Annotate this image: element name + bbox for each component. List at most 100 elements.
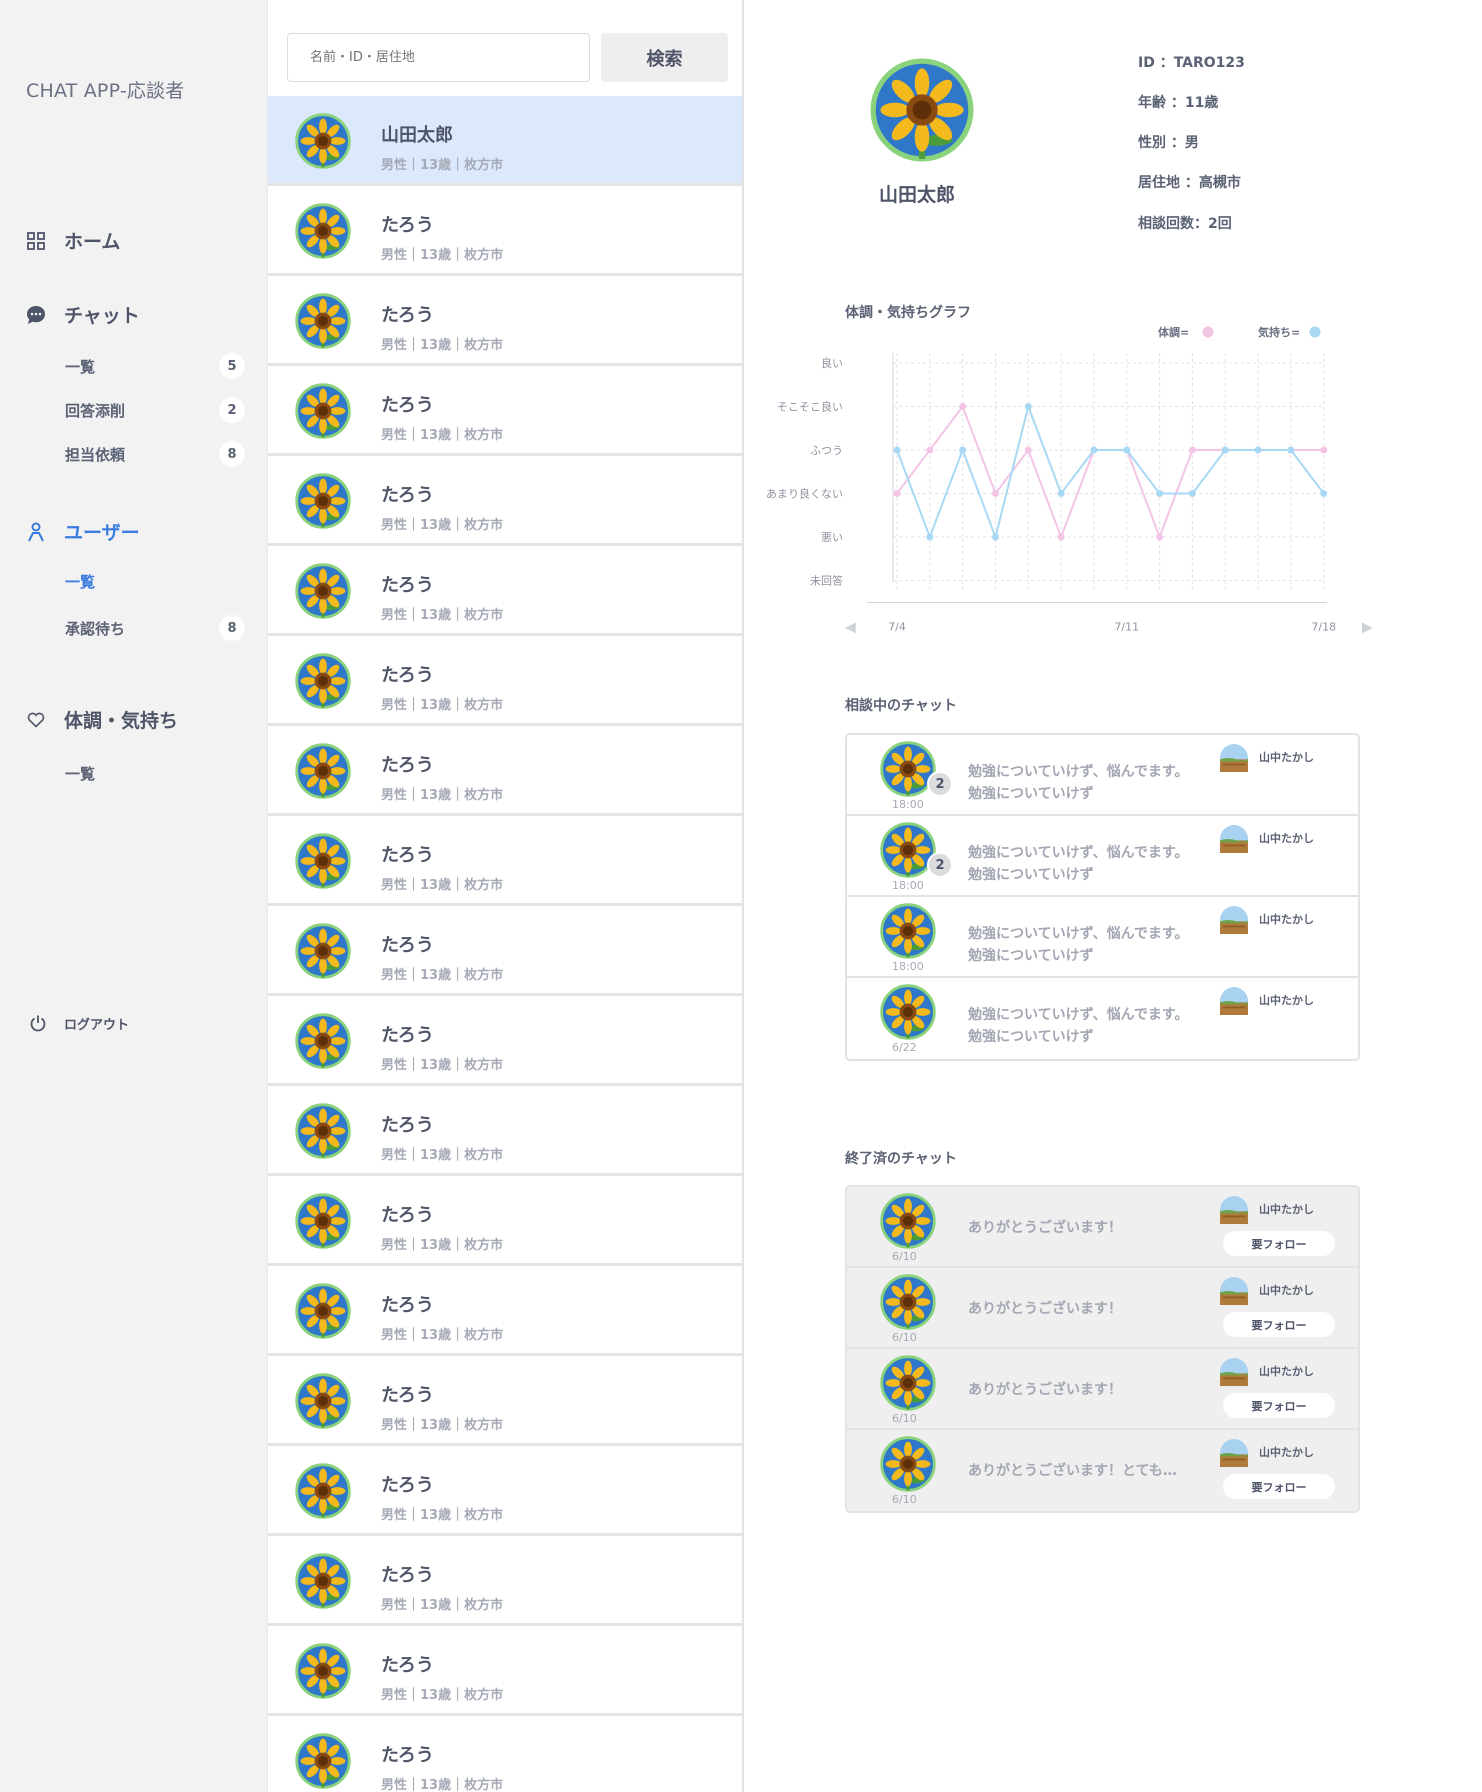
active-chat-item[interactable]: 6/22 勉強についていけず、悩んでます。 勉強についていけず 山中たかし [847,978,1358,1059]
follow-up-button[interactable]: 要フォロー [1223,1231,1335,1256]
chat-message: ありがとうございます！とても… [968,1463,1177,1479]
nav-user[interactable]: ユーザー [26,518,140,545]
avatar [295,1373,351,1429]
unread-badge: 2 [927,771,953,797]
active-chats-list: 2 18:00 勉強についていけず、悩んでます。 勉強についていけず 山中たかし 2 18:… [845,733,1360,1061]
done-chat-item[interactable]: 6/10 ありがとうございます！ 山中たかし 要フォロー [847,1268,1358,1349]
user-row[interactable]: たろう 男性｜13歳｜枚方市 [268,186,742,276]
user-row[interactable]: たろう 男性｜13歳｜枚方市 [268,816,742,906]
data-point [1024,403,1032,410]
follow-up-button[interactable]: 要フォロー [1223,1312,1335,1337]
chat-time: 6/10 [892,1331,917,1344]
profile-id: ID ：TARO123 [1138,55,1245,71]
active-chats-title: 相談中のチャット [845,698,957,714]
search-button[interactable]: 検索 [601,33,728,82]
data-point [1188,446,1196,454]
user-name: たろう [381,1115,434,1136]
avatar [295,653,351,709]
nav-condition-list[interactable]: 一覧 [65,763,245,784]
user-name: たろう [381,1295,434,1316]
user-meta: 男性｜13歳｜枚方市 [381,1058,504,1073]
data-point [926,446,934,454]
data-point [1057,490,1065,497]
chat-bubble-icon [26,305,46,325]
user-row[interactable]: たろう 男性｜13歳｜枚方市 [268,1626,742,1716]
nav-chat-list[interactable]: 一覧 5 [65,353,245,379]
chat-message-line1: 勉強についていけず、悩んでます。 [968,1007,1189,1023]
user-meta: 男性｜13歳｜枚方市 [381,1328,504,1343]
nav-chat-review[interactable]: 回答添削 2 [65,397,245,423]
user-name: たろう [381,575,434,596]
user-meta: 男性｜13歳｜枚方市 [381,788,504,803]
y-tick-label: そこそこ良い [777,400,843,414]
user-row[interactable]: たろう 男性｜13歳｜枚方市 [268,456,742,546]
supporter-name: 山中たかし [1259,832,1314,845]
avatar [295,1013,351,1069]
user-row[interactable]: たろう 男性｜13歳｜枚方市 [268,1536,742,1626]
avatar [295,1103,351,1159]
nav-chat-label: チャット [64,305,140,327]
active-chat-item[interactable]: 2 18:00 勉強についていけず、悩んでます。 勉強についていけず 山中たかし [847,735,1358,816]
nav-user-pending[interactable]: 承認待ち 8 [65,615,245,641]
data-point [1221,446,1229,454]
chat-message-line1: 勉強についていけず、悩んでます。 [968,764,1189,780]
logout-button[interactable]: ログアウト [28,1013,129,1033]
follow-up-button[interactable]: 要フォロー [1223,1393,1335,1418]
chat-message-line2: 勉強についていけず [968,786,1094,802]
user-row[interactable]: たろう 男性｜13歳｜枚方市 [268,276,742,366]
series-line [896,404,1324,540]
avatar [295,1193,351,1249]
done-chat-item[interactable]: 6/10 ありがとうございます！ 山中たかし 要フォロー [847,1187,1358,1268]
active-chat-item[interactable]: 2 18:00 勉強についていけず、悩んでます。 勉強についていけず 山中たかし [847,816,1358,897]
user-row[interactable]: たろう 男性｜13歳｜枚方市 [268,636,742,726]
active-chat-item[interactable]: 18:00 勉強についていけず、悩んでます。 勉強についていけず 山中たかし [847,897,1358,978]
chat-time: 18:00 [892,798,924,811]
avatar [295,743,351,799]
user-row[interactable]: たろう 男性｜13歳｜枚方市 [268,1446,742,1536]
avatar [295,1283,351,1339]
search-input[interactable] [287,33,590,82]
user-row[interactable]: たろう 男性｜13歳｜枚方市 [268,1716,742,1792]
user-row[interactable]: たろう 男性｜13歳｜枚方市 [268,366,742,456]
user-meta: 男性｜13歳｜枚方市 [381,248,504,263]
data-point [991,533,999,541]
user-meta: 男性｜13歳｜枚方市 [381,518,504,533]
user-row[interactable]: たろう男性｜13歳｜枚方市 [268,1086,742,1176]
unread-badge: 2 [927,852,953,878]
chat-time: 6/10 [892,1493,917,1506]
user-row[interactable]: たろう 男性｜13歳｜枚方市 [268,546,742,636]
grid-icon [26,231,46,251]
x-tick-label: 7/4 [888,621,906,634]
supporter-avatar [1220,825,1248,853]
nav-chat-assign-label: 担当依頼 [65,445,126,464]
chat-message-line2: 勉強についていけず [968,948,1094,964]
user-row[interactable]: たろう 男性｜13歳｜枚方市 [268,1176,742,1266]
data-point [1188,490,1196,497]
user-row[interactable]: たろう 男性｜13歳｜枚方市 [268,996,742,1086]
nav-user-pending-label: 承認待ち [65,619,126,638]
avatar [295,113,351,169]
nav-home[interactable]: ホーム [26,227,120,254]
user-meta: 男性｜13歳｜枚方市 [381,1148,504,1163]
user-row[interactable]: たろう 男性｜13歳｜枚方市 [268,726,742,816]
user-row[interactable]: 山田太郎 男性｜13歳｜枚方市 [268,96,742,186]
avatar [880,1193,936,1249]
done-chat-item[interactable]: 6/10 ありがとうございます！ 山中たかし 要フォロー [847,1349,1358,1430]
user-row[interactable]: たろう男性｜13歳｜枚方市 [268,1266,742,1356]
user-name: たろう [381,1745,434,1766]
user-row[interactable]: たろう 男性｜13歳｜枚方市 [268,1356,742,1446]
done-chat-item[interactable]: 6/10 ありがとうございます！とても… 山中たかし 要フォロー [847,1430,1358,1511]
supporter-avatar [1220,1277,1248,1305]
nav-condition[interactable]: 体調・気持ち [26,706,178,733]
user-meta: 男性｜13歳｜枚方市 [381,698,504,713]
nav-chat-assign[interactable]: 担当依頼 8 [65,441,245,467]
supporter-name: 山中たかし [1259,994,1314,1007]
profile-residence: 居住地 ：高槻市 [1138,175,1241,191]
user-name: たろう [381,1655,434,1676]
next-week-arrow: ▶ [1362,620,1373,636]
nav-user-list[interactable]: 一覧 [65,571,245,592]
follow-up-button[interactable]: 要フォロー [1223,1474,1335,1499]
data-point [959,446,967,454]
nav-chat[interactable]: チャット [26,301,140,328]
user-row[interactable]: たろう 男性｜13歳｜枚方市 [268,906,742,996]
